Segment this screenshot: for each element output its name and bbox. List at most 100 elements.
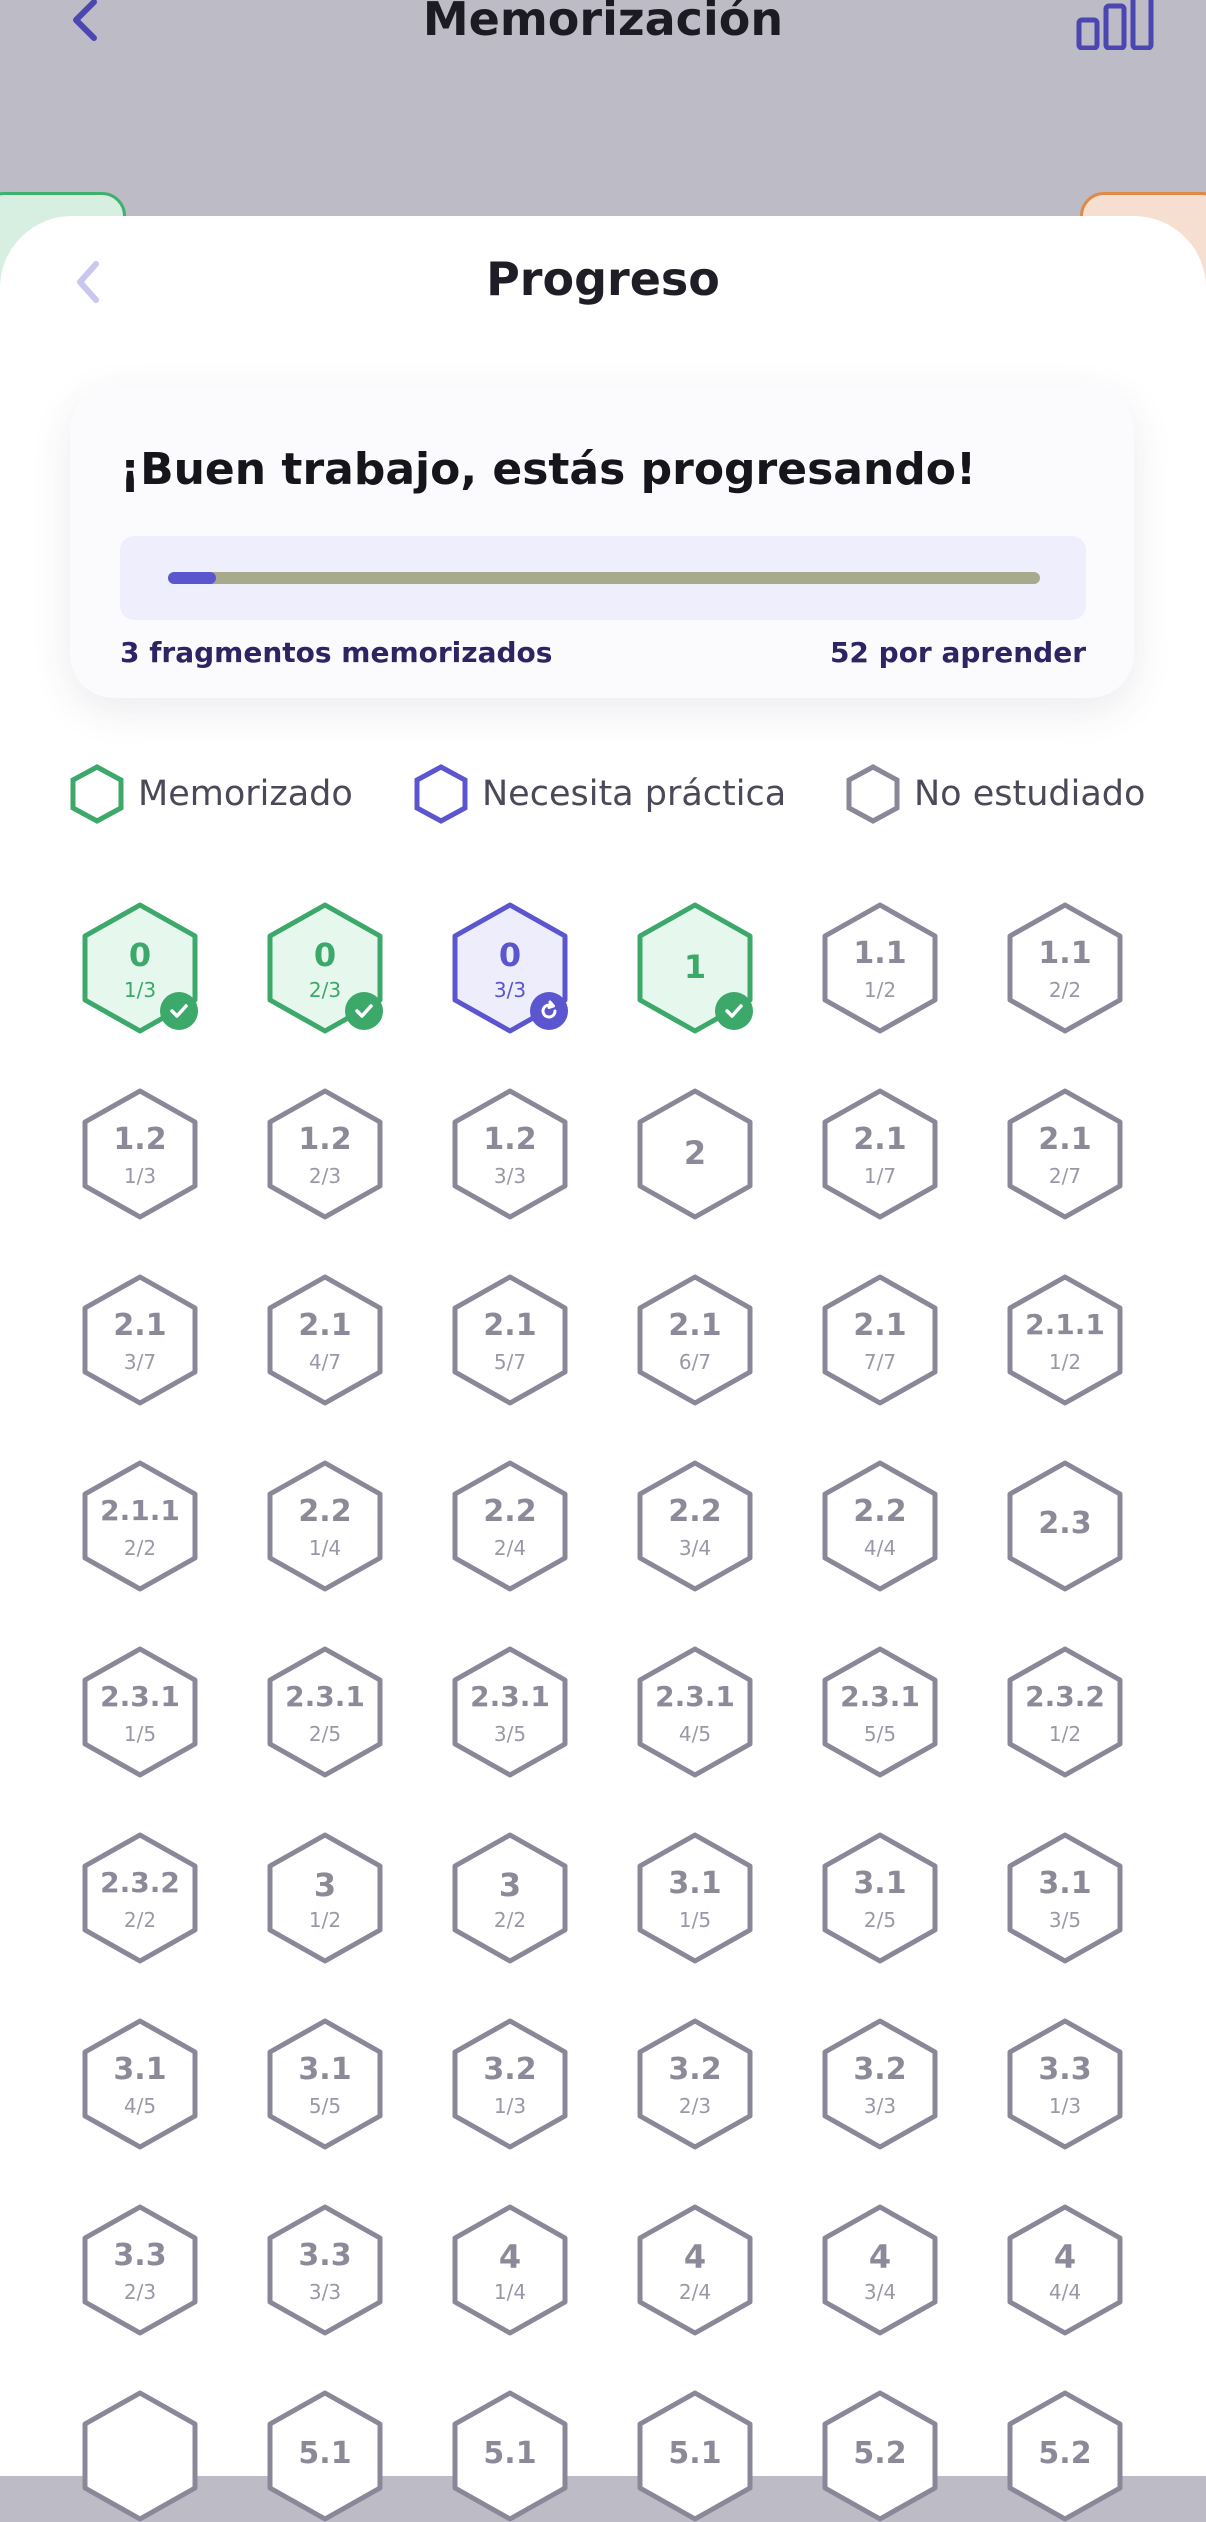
- fragment-hex-unstudied[interactable]: 2.2 1/4: [267, 1460, 383, 1592]
- fragment-ref: 2.3.2: [1025, 1680, 1105, 1713]
- fragment-part: 3/3: [308, 2280, 342, 2304]
- fragment-hex-practice[interactable]: 0 3/3: [452, 902, 568, 1034]
- fragment-part: 1/2: [1048, 1350, 1082, 1374]
- fragment-ref: 3: [313, 1866, 337, 1904]
- fragment-ref: 0: [128, 936, 152, 974]
- fragment-hex-unstudied[interactable]: 3.2 1/3: [452, 2018, 568, 2150]
- fragment-hex-unstudied[interactable]: 2.2 3/4: [637, 1460, 753, 1592]
- fragment-hex-unstudied[interactable]: 2.1 1/7: [822, 1088, 938, 1220]
- fragment-part: 3/5: [493, 1722, 527, 1746]
- fragment-hex-unstudied[interactable]: 2.3.1 2/5: [267, 1646, 383, 1778]
- fragment-part: 1/5: [123, 1722, 157, 1746]
- fragment-ref: 1: [683, 948, 707, 986]
- fragment-part: 1/2: [1048, 1722, 1082, 1746]
- fragment-ref: 3.1: [113, 2052, 167, 2087]
- fragment-ref: 3.2: [853, 2052, 907, 2087]
- fragment-hex-unstudied[interactable]: 1.1 1/2: [822, 902, 938, 1034]
- fragment-hex-unstudied[interactable]: 2.3.2 1/2: [1007, 1646, 1123, 1778]
- fragment-hex-unstudied[interactable]: 3.1 1/5: [637, 1832, 753, 1964]
- fragment-hex-unstudied[interactable]: 2.3.2 2/2: [82, 1832, 198, 1964]
- fragment-hex-unstudied[interactable]: 2.3.1 3/5: [452, 1646, 568, 1778]
- fragment-hex-unstudied[interactable]: 3.3 1/3: [1007, 2018, 1123, 2150]
- fragment-ref: 3.1: [298, 2052, 352, 2087]
- fragment-hex-unstudied[interactable]: 2.1 2/7: [1007, 1088, 1123, 1220]
- fragment-hex-unstudied[interactable]: 2.1 4/7: [267, 1274, 383, 1406]
- fragment-hex-unstudied[interactable]: 3 2/2: [452, 1832, 568, 1964]
- fragment-ref: 1.2: [298, 1122, 352, 1157]
- fragment-hex-unstudied[interactable]: 1.1 2/2: [1007, 902, 1123, 1034]
- fragment-part: 3/7: [123, 1350, 157, 1374]
- fragment-hex-unstudied[interactable]: 2.1.1 1/2: [1007, 1274, 1123, 1406]
- fragment-hex-memorized[interactable]: 0 1/3: [82, 902, 198, 1034]
- fragment-hex-unstudied[interactable]: 4 4/4: [1007, 2204, 1123, 2336]
- stats-icon[interactable]: [1076, 0, 1154, 51]
- fragment-ref: 2.3.1: [285, 1680, 365, 1713]
- fragment-ref: 4: [498, 2238, 522, 2276]
- fragment-hex-memorized[interactable]: 1: [637, 902, 753, 1034]
- fragment-hex-unstudied[interactable]: 4 1/4: [452, 2204, 568, 2336]
- fragment-part: 2/4: [678, 2280, 712, 2304]
- check-icon: [345, 992, 383, 1030]
- fragment-ref: 2.1.1: [100, 1494, 180, 1527]
- fragment-hex-unstudied[interactable]: 3 1/2: [267, 1832, 383, 1964]
- fragment-part: 4/5: [123, 2094, 157, 2118]
- fragment-hex-unstudied[interactable]: 2.3.1 5/5: [822, 1646, 938, 1778]
- fragment-hex-unstudied[interactable]: [82, 2390, 198, 2522]
- fragment-hex-unstudied[interactable]: 2.1 5/7: [452, 1274, 568, 1406]
- fragment-ref: 3.1: [1038, 1866, 1092, 1901]
- fragment-hex-unstudied[interactable]: 2.2 4/4: [822, 1460, 938, 1592]
- fragment-part: 4/5: [678, 1722, 712, 1746]
- fragment-hex-unstudied[interactable]: 2.1.1 2/2: [82, 1460, 198, 1592]
- fragment-ref: 2.1: [298, 1308, 352, 1343]
- fragment-ref: 3.1: [853, 1866, 907, 1901]
- fragment-hex-unstudied[interactable]: 2.1 6/7: [637, 1274, 753, 1406]
- fragment-ref: 2.2: [298, 1494, 352, 1529]
- fragment-hex-unstudied[interactable]: 3.2 2/3: [637, 2018, 753, 2150]
- fragment-part: 3/3: [863, 2094, 897, 2118]
- fragment-hex-unstudied[interactable]: 2: [637, 1088, 753, 1220]
- fragment-part: 3/3: [493, 1164, 527, 1188]
- fragment-ref: 1.2: [483, 1122, 537, 1157]
- fragment-ref: 3.3: [298, 2238, 352, 2273]
- fragment-hex-unstudied[interactable]: 2.3.1 1/5: [82, 1646, 198, 1778]
- fragment-ref: 2.3: [1038, 1506, 1092, 1541]
- fragment-hex-unstudied[interactable]: 2.3.1 4/5: [637, 1646, 753, 1778]
- fragment-part: 3/5: [1048, 1908, 1082, 1932]
- fragment-ref: 2.1: [483, 1308, 537, 1343]
- fragment-hex-unstudied[interactable]: 5.1: [637, 2390, 753, 2522]
- fragment-hex-unstudied[interactable]: 1.2 1/3: [82, 1088, 198, 1220]
- fragment-hex-unstudied[interactable]: 2.2 2/4: [452, 1460, 568, 1592]
- fragment-hex-unstudied[interactable]: 1.2 2/3: [267, 1088, 383, 1220]
- fragment-hex-unstudied[interactable]: 5.1: [267, 2390, 383, 2522]
- fragment-ref: 2.3.1: [470, 1680, 550, 1713]
- fragment-hex-unstudied[interactable]: 3.1 2/5: [822, 1832, 938, 1964]
- fragment-hex-unstudied[interactable]: 3.3 2/3: [82, 2204, 198, 2336]
- fragment-part: 4/4: [1048, 2280, 1082, 2304]
- fragment-hex-unstudied[interactable]: 5.2: [1007, 2390, 1123, 2522]
- fragment-part: 1/7: [863, 1164, 897, 1188]
- fragment-ref: 5.1: [298, 2436, 352, 2471]
- check-icon: [160, 992, 198, 1030]
- fragment-hex-unstudied[interactable]: 2.1 3/7: [82, 1274, 198, 1406]
- fragment-part: 2/3: [678, 2094, 712, 2118]
- fragment-part: 5/7: [493, 1350, 527, 1374]
- fragment-hex-unstudied[interactable]: 3.3 3/3: [267, 2204, 383, 2336]
- fragment-ref: 2.1: [1038, 1122, 1092, 1157]
- fragment-hex-memorized[interactable]: 0 2/3: [267, 902, 383, 1034]
- fragment-part: 5/5: [863, 1722, 897, 1746]
- fragment-hex-unstudied[interactable]: 2.3: [1007, 1460, 1123, 1592]
- fragment-hex-unstudied[interactable]: 3.1 5/5: [267, 2018, 383, 2150]
- fragment-hex-unstudied[interactable]: 3.1 4/5: [82, 2018, 198, 2150]
- fragment-hex-unstudied[interactable]: 5.1: [452, 2390, 568, 2522]
- fragment-hex-unstudied[interactable]: 3.1 3/5: [1007, 1832, 1123, 1964]
- fragment-hex-unstudied[interactable]: 5.2: [822, 2390, 938, 2522]
- check-icon: [715, 992, 753, 1030]
- fragment-hex-unstudied[interactable]: 3.2 3/3: [822, 2018, 938, 2150]
- fragment-hex-unstudied[interactable]: 2.1 7/7: [822, 1274, 938, 1406]
- fragment-part: 2/2: [123, 1536, 157, 1560]
- fragment-hex-unstudied[interactable]: 1.2 3/3: [452, 1088, 568, 1220]
- fragment-ref: 2.1: [853, 1308, 907, 1343]
- fragment-hex-unstudied[interactable]: 4 3/4: [822, 2204, 938, 2336]
- fragment-hex-unstudied[interactable]: 4 2/4: [637, 2204, 753, 2336]
- fragment-part: 3/4: [863, 2280, 897, 2304]
